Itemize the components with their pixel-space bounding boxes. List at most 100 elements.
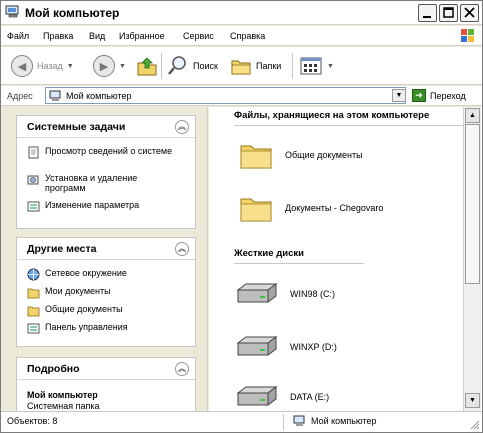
task-view-system-info[interactable]: Просмотр сведений о системе — [27, 146, 177, 159]
task-pane: Системные задачи ︽ Просмотр сведений о с… — [1, 107, 208, 411]
control-panel-icon — [27, 201, 40, 212]
details-name: Мой компьютер — [27, 390, 98, 400]
details-panel: Подробно ︽ Мой компьютер Системная папка — [16, 357, 196, 411]
drive-label: DATA (E:) — [290, 392, 330, 402]
collapse-icon[interactable]: ︽ — [175, 242, 189, 256]
drives-section-title: Жесткие диски — [234, 248, 304, 259]
place-shared-documents[interactable]: Общие документы — [27, 304, 123, 317]
menu-bar: Файл Правка Вид Избранное Сервис Справка — [1, 26, 482, 46]
windows-logo-icon — [461, 29, 474, 42]
menu-edit[interactable]: Правка — [43, 31, 73, 41]
file-label: Документы - Chegovaro — [285, 203, 384, 213]
folder-icon — [240, 198, 272, 222]
system-info-icon — [28, 146, 39, 159]
network-icon — [27, 268, 40, 281]
place-network[interactable]: Сетевое окружение — [27, 268, 127, 281]
scroll-thumb[interactable] — [465, 124, 480, 284]
maximize-button[interactable] — [439, 4, 458, 22]
chevron-down-icon: ▼ — [119, 62, 126, 70]
address-bar: Адрес Мой компьютер ▼ ➜ Переход — [1, 86, 482, 106]
menu-help[interactable]: Справка — [230, 31, 265, 41]
folder-icon — [27, 288, 40, 299]
file-shared-documents[interactable]: Общие документы — [239, 140, 363, 170]
file-chegovaro-documents[interactable]: Документы - Chegovaro — [239, 193, 383, 223]
place-control-panel[interactable]: Панель управления — [27, 322, 128, 335]
drive-e[interactable]: DATA (E:) — [234, 385, 329, 409]
menu-tools[interactable]: Сервис — [183, 31, 214, 41]
scroll-down-button[interactable]: ▼ — [465, 393, 480, 408]
folders-icon — [231, 60, 251, 75]
file-label: Общие документы — [285, 150, 363, 160]
forward-arrow-icon: ▶ — [93, 55, 115, 77]
chevron-down-icon: ▼ — [66, 62, 74, 70]
drive-c[interactable]: WIN98 (C:) — [234, 282, 335, 306]
resize-grip-icon[interactable] — [468, 418, 480, 430]
search-label: Поиск — [193, 61, 218, 71]
panel-title: Подробно — [27, 363, 80, 375]
search-button[interactable]: Поиск — [167, 51, 218, 81]
hard-drive-icon — [236, 336, 278, 356]
toolbar-separator — [292, 53, 293, 79]
vertical-scrollbar[interactable]: ▲ ▼ — [463, 107, 481, 411]
collapse-icon[interactable]: ︽ — [175, 120, 189, 134]
add-remove-programs-icon — [27, 175, 39, 185]
drive-d[interactable]: WINXP (D:) — [234, 335, 337, 359]
close-button[interactable] — [460, 4, 479, 22]
files-section-title: Файлы, хранящиеся на этом компьютере — [234, 110, 430, 121]
panel-title: Системные задачи — [27, 121, 126, 133]
control-panel-icon — [27, 323, 40, 334]
panel-title: Другие места — [27, 243, 97, 255]
other-places-header[interactable]: Другие места ︽ — [17, 238, 195, 260]
folder-icon — [27, 306, 40, 317]
hard-drive-icon — [236, 386, 278, 406]
place-label: Общие документы — [45, 304, 123, 314]
status-location-label: Мой компьютер — [311, 416, 377, 426]
place-label: Панель управления — [45, 322, 128, 332]
task-label: Просмотр сведений о системе — [45, 146, 173, 156]
title-bar[interactable]: Мой компьютер — [1, 1, 482, 25]
address-dropdown-button[interactable]: ▼ — [392, 89, 406, 102]
menu-view[interactable]: Вид — [89, 31, 105, 41]
up-folder-icon — [137, 57, 157, 76]
toolbar: ◀ Назад ▼ ▶ ▼ Поиск Папки ▼ — [1, 47, 482, 85]
folders-button[interactable]: Папки — [230, 51, 281, 81]
views-button[interactable]: ▼ — [299, 51, 334, 81]
menu-file[interactable]: Файл — [7, 31, 29, 41]
toolbar-separator — [161, 53, 162, 79]
forward-button[interactable]: ▶ ▼ — [93, 51, 126, 81]
go-arrow-icon: ➜ — [412, 89, 426, 102]
window-title: Мой компьютер — [25, 6, 120, 20]
details-header[interactable]: Подробно ︽ — [17, 358, 195, 380]
scroll-up-button[interactable]: ▲ — [465, 108, 480, 123]
go-button[interactable]: ➜ Переход — [412, 89, 466, 102]
views-icon — [300, 57, 322, 75]
place-my-documents[interactable]: Мои документы — [27, 286, 111, 299]
back-arrow-icon: ◀ — [11, 55, 33, 77]
collapse-icon[interactable]: ︽ — [175, 362, 189, 376]
my-computer-icon — [49, 90, 61, 101]
place-label: Мои документы — [45, 286, 111, 296]
my-computer-icon — [293, 415, 305, 426]
task-label: Установка и удаление программ — [45, 173, 138, 193]
task-change-setting[interactable]: Изменение параметра — [27, 200, 177, 213]
hard-drive-icon — [236, 283, 278, 303]
system-tasks-header[interactable]: Системные задачи ︽ — [17, 116, 195, 138]
address-input[interactable]: Мой компьютер ▼ — [45, 87, 406, 104]
system-tasks-panel: Системные задачи ︽ Просмотр сведений о с… — [16, 115, 196, 229]
minimize-button[interactable] — [418, 4, 437, 22]
drive-label: WINXP (D:) — [290, 342, 337, 352]
file-view: Файлы, хранящиеся на этом компьютере Общ… — [209, 107, 482, 411]
address-value: Мой компьютер — [66, 91, 132, 101]
go-label: Переход — [430, 90, 466, 101]
task-add-remove-programs[interactable]: Установка и удаление программ — [27, 173, 177, 193]
back-button[interactable]: ◀ Назад ▼ — [11, 51, 74, 81]
chevron-down-icon: ▼ — [327, 62, 334, 70]
menu-favorites[interactable]: Избранное — [119, 31, 165, 41]
task-label: Изменение параметра — [45, 200, 140, 210]
folder-icon — [240, 145, 272, 169]
address-label: Адрес — [7, 91, 33, 101]
search-icon — [168, 56, 186, 75]
back-label: Назад — [37, 61, 63, 71]
details-type: Системная папка — [27, 401, 100, 411]
up-folder-button[interactable] — [136, 51, 158, 81]
